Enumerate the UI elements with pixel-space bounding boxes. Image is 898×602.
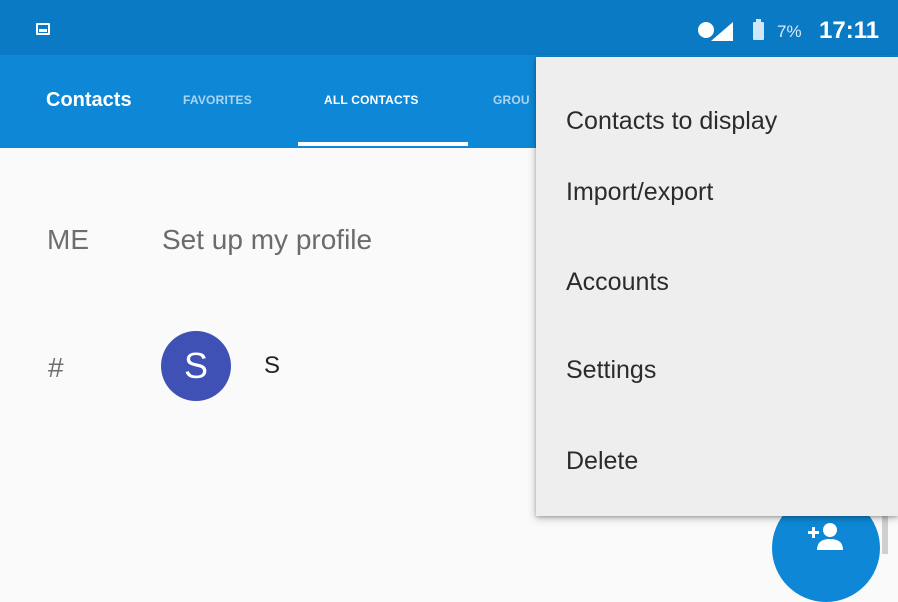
app-title: Contacts (46, 89, 132, 111)
menu-item-accounts[interactable]: Accounts (566, 268, 669, 297)
avatar: S (161, 331, 231, 401)
status-bar: 7% 17:11 (0, 0, 898, 55)
tab-indicator (298, 142, 468, 146)
avatar-letter: S (183, 345, 208, 386)
add-contact-icon (808, 523, 843, 550)
tab-favorites[interactable]: FAVORITES (183, 93, 252, 107)
contact-name: S (264, 352, 281, 379)
menu-item-import-export[interactable]: Import/export (566, 178, 713, 207)
menu-item-settings[interactable]: Settings (566, 356, 656, 385)
clock: 17:11 (819, 17, 880, 44)
signal-icon (698, 22, 733, 41)
menu-item-delete[interactable]: Delete (566, 447, 638, 476)
section-header-hash: # (48, 352, 64, 383)
battery-percent: 7% (777, 22, 802, 41)
battery-icon (753, 19, 764, 40)
me-section-label: ME (47, 224, 89, 255)
setup-profile-link[interactable]: Set up my profile (162, 224, 372, 256)
menu-item-contacts-to-display[interactable]: Contacts to display (566, 107, 777, 136)
tab-groups[interactable]: GROU (493, 93, 530, 107)
image-notification-icon (36, 23, 50, 35)
tab-all-contacts[interactable]: ALL CONTACTS (324, 93, 419, 107)
overflow-menu: Contacts to display Import/export Accoun… (536, 57, 898, 516)
